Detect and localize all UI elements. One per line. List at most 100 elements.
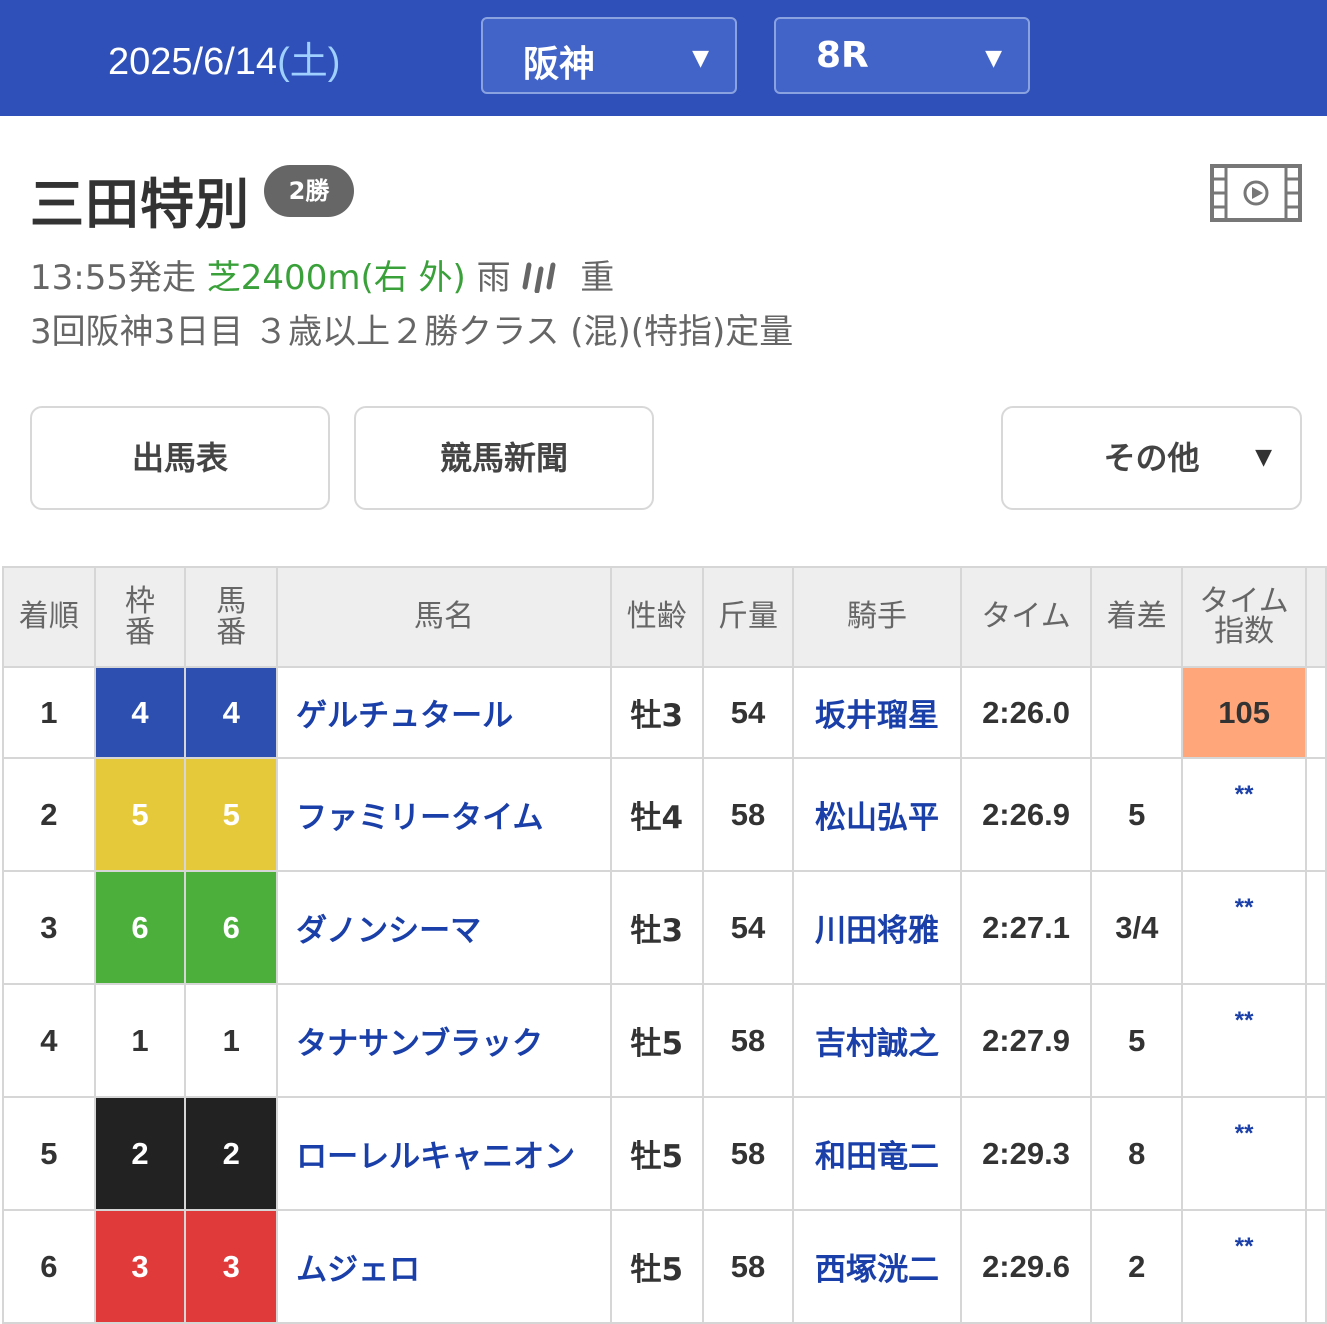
number-cell: 6 xyxy=(184,870,279,985)
rank-cell: 5 xyxy=(2,1096,96,1211)
weight-cell: 58 xyxy=(701,983,795,1098)
entries-button[interactable]: 出馬表 xyxy=(30,406,330,510)
frame-cell: 5 xyxy=(93,757,187,872)
col-sex-age: 性齢 xyxy=(609,566,704,668)
other-label: その他 xyxy=(1103,439,1200,477)
weight-cell: 58 xyxy=(701,1096,795,1211)
margin-cell: 5 xyxy=(1090,983,1184,1098)
race-number-select[interactable]: 8R ▼ xyxy=(774,17,1030,94)
time-index-cell[interactable]: ** xyxy=(1181,1096,1308,1211)
time-index-cell[interactable]: ** xyxy=(1181,757,1308,872)
number-cell: 3 xyxy=(184,1209,279,1324)
video-icon[interactable] xyxy=(1210,164,1302,222)
overflow-cell xyxy=(1305,757,1327,872)
chevron-down-icon: ▼ xyxy=(1255,445,1272,470)
race-date[interactable]: 2025/6/14(土) xyxy=(108,30,340,85)
time-index-cell[interactable]: ** xyxy=(1181,870,1308,985)
overflow-cell xyxy=(1305,870,1327,985)
time-index-cell[interactable]: ** xyxy=(1181,983,1308,1098)
horse-name-link[interactable]: ローレルキャニオン xyxy=(276,1096,612,1211)
table-row: 6 3 3 ムジェロ 牡5 58 西塚洸二 2:29.6 2 ** xyxy=(2,1209,1327,1324)
course-info: 芝2400m(右 外) xyxy=(206,258,466,298)
table-row: 2 5 5 ファミリータイム 牡4 58 松山弘平 2:26.9 5 ** xyxy=(2,757,1327,872)
frame-cell: 1 xyxy=(93,983,187,1098)
time-index-cell[interactable]: 105 xyxy=(1181,666,1308,759)
margin-cell: 8 xyxy=(1090,1096,1184,1211)
col-horse: 馬名 xyxy=(276,566,612,668)
table-row: 1 4 4 ゲルチュタール 牡3 54 坂井瑠星 2:26.0 105 xyxy=(2,666,1327,759)
weight-cell: 54 xyxy=(701,666,795,759)
time-cell: 2:26.0 xyxy=(959,666,1093,759)
rank-cell: 3 xyxy=(2,870,96,985)
results-table: 着順 枠番 馬番 馬名 性齢 斤量 騎手 タイム 着差 タイム指数 1 4 4 ゲルチ… xyxy=(2,566,1327,1324)
top-bar: 2025/6/14(土) 阪神 ▼ 8R ▼ xyxy=(0,0,1327,116)
time-cell: 2:27.9 xyxy=(959,983,1093,1098)
col-jockey: 騎手 xyxy=(792,566,962,668)
rank-cell: 6 xyxy=(2,1209,96,1324)
number-cell: 5 xyxy=(184,757,279,872)
jockey-link[interactable]: 西塚洸二 xyxy=(792,1209,962,1324)
table-row: 4 1 1 タナサンブラック 牡5 58 吉村誠之 2:27.9 5 ** xyxy=(2,983,1327,1098)
col-rank: 着順 xyxy=(2,566,96,668)
frame-cell: 4 xyxy=(93,666,187,759)
time-cell: 2:29.6 xyxy=(959,1209,1093,1324)
start-time: 13:55発走 xyxy=(30,258,196,298)
race-title: 三田特別 xyxy=(30,173,250,236)
frame-cell: 3 xyxy=(93,1209,187,1324)
time-cell: 2:27.1 xyxy=(959,870,1093,985)
race-conditions: 13:55発走 芝2400m(右 外) 雨 重 xyxy=(30,250,614,299)
rank-cell: 4 xyxy=(2,983,96,1098)
weight-cell: 58 xyxy=(701,1209,795,1324)
jockey-link[interactable]: 松山弘平 xyxy=(792,757,962,872)
jockey-link[interactable]: 坂井瑠星 xyxy=(792,666,962,759)
overflow-cell xyxy=(1305,1096,1327,1211)
date-text: 2025/6/14 xyxy=(108,41,278,83)
time-cell: 2:29.3 xyxy=(959,1096,1093,1211)
chevron-down-icon: ▼ xyxy=(692,46,709,71)
weekday-text: (土) xyxy=(277,41,341,83)
col-number: 馬番 xyxy=(184,566,279,668)
rank-cell: 1 xyxy=(2,666,96,759)
venue-select-value: 阪神 xyxy=(523,44,596,85)
class-badge: 2勝 xyxy=(264,165,354,217)
frame-cell: 6 xyxy=(93,870,187,985)
sex-age-cell: 牡5 xyxy=(609,1209,704,1324)
jockey-link[interactable]: 川田将雅 xyxy=(792,870,962,985)
horse-name-link[interactable]: ファミリータイム xyxy=(276,757,612,872)
overflow-cell xyxy=(1305,666,1327,759)
number-cell: 2 xyxy=(184,1096,279,1211)
col-margin: 着差 xyxy=(1090,566,1184,668)
chevron-down-icon: ▼ xyxy=(985,46,1002,71)
horse-name-link[interactable]: ダノンシーマ xyxy=(276,870,612,985)
table-row: 3 6 6 ダノンシーマ 牡3 54 川田将雅 2:27.1 3/4 ** xyxy=(2,870,1327,985)
overflow-cell xyxy=(1305,1209,1327,1324)
margin-cell: 2 xyxy=(1090,1209,1184,1324)
time-index-cell[interactable]: ** xyxy=(1181,1209,1308,1324)
margin-cell xyxy=(1090,666,1184,759)
sex-age-cell: 牡5 xyxy=(609,1096,704,1211)
col-time-index: タイム指数 xyxy=(1181,566,1308,668)
col-weight: 斤量 xyxy=(701,566,795,668)
sex-age-cell: 牡4 xyxy=(609,757,704,872)
table-header-row: 着順 枠番 馬番 馬名 性齢 斤量 騎手 タイム 着差 タイム指数 xyxy=(2,566,1327,668)
frame-cell: 2 xyxy=(93,1096,187,1211)
horse-name-link[interactable]: ゲルチュタール xyxy=(276,666,612,759)
rain-icon xyxy=(522,262,556,294)
weather-text: 雨 xyxy=(476,258,511,298)
col-time: タイム xyxy=(959,566,1093,668)
col-frame: 枠番 xyxy=(93,566,187,668)
horse-name-link[interactable]: タナサンブラック xyxy=(276,983,612,1098)
race-select-value: 8R xyxy=(816,35,869,76)
weight-cell: 58 xyxy=(701,757,795,872)
rank-cell: 2 xyxy=(2,757,96,872)
horse-name-link[interactable]: ムジェロ xyxy=(276,1209,612,1324)
newspaper-button[interactable]: 競馬新聞 xyxy=(354,406,654,510)
track-condition: 重 xyxy=(580,258,615,298)
venue-select[interactable]: 阪神 ▼ xyxy=(481,17,737,94)
number-cell: 1 xyxy=(184,983,279,1098)
other-menu-button[interactable]: その他 ▼ xyxy=(1001,406,1302,510)
jockey-link[interactable]: 吉村誠之 xyxy=(792,983,962,1098)
jockey-link[interactable]: 和田竜二 xyxy=(792,1096,962,1211)
time-cell: 2:26.9 xyxy=(959,757,1093,872)
overflow-cell xyxy=(1305,983,1327,1098)
